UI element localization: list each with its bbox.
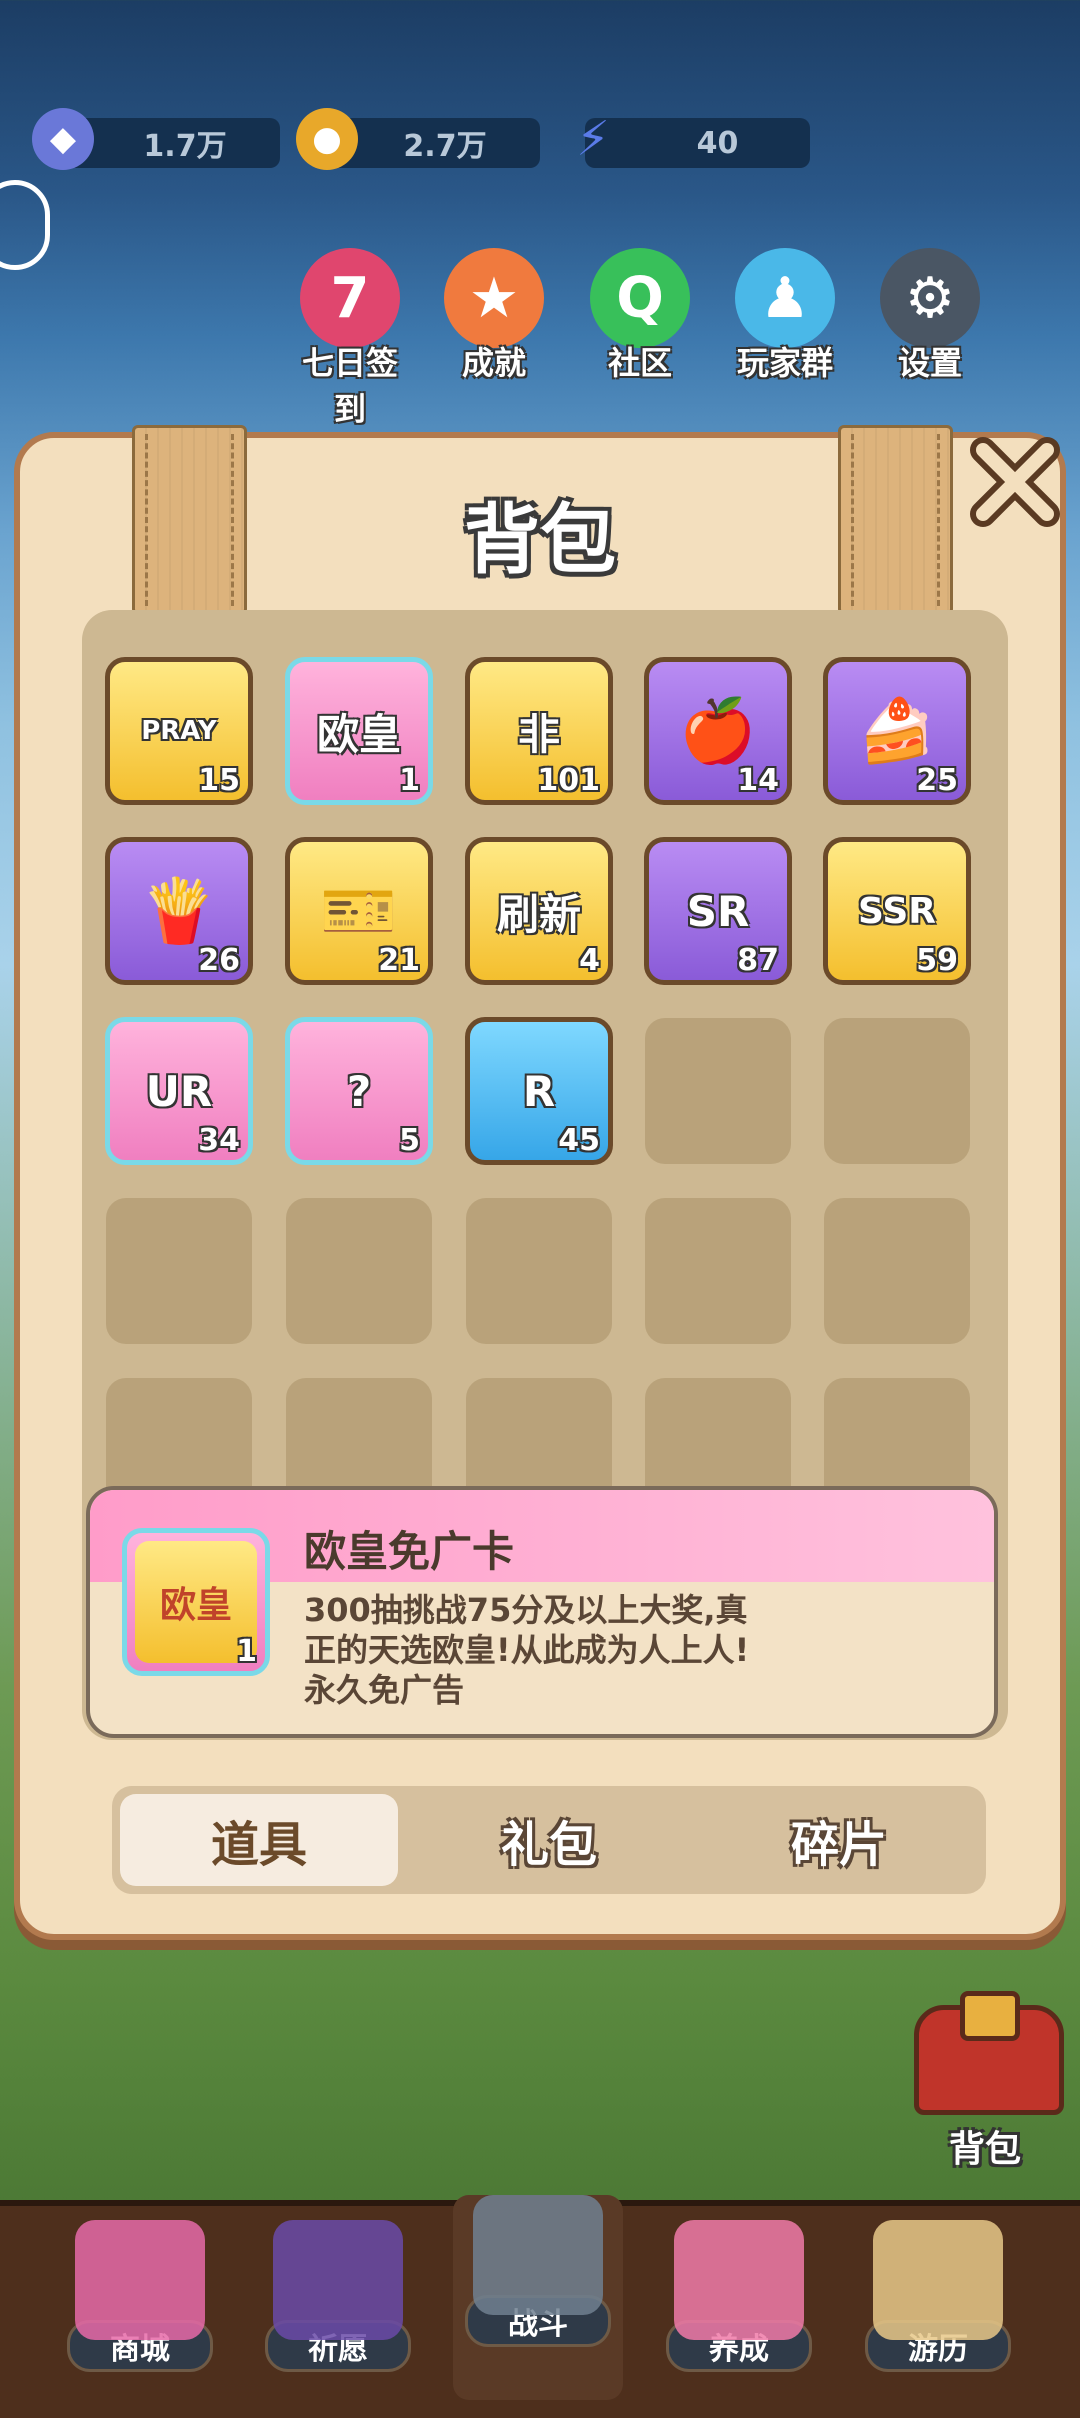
inventory-item[interactable]: ? 5 [285,1017,433,1165]
nav-crossed-swords[interactable]: 战斗 [453,2195,623,2400]
empty-slot [645,1018,791,1164]
inventory-item[interactable]: PRAY 15 [105,657,253,805]
item-count: 26 [198,943,240,978]
tab-items[interactable]: 道具 [120,1794,398,1886]
shop-icon [75,2220,205,2340]
item-label: 欧皇 [316,709,401,759]
item-count: 59 [916,943,958,978]
wish-card-icon [273,2220,403,2340]
item-count: 1 [399,763,420,798]
nav-shop[interactable]: 商城 [55,2220,225,2400]
menu-label: 成就 [461,344,526,382]
empty-slot [286,1198,432,1344]
community-icon: Q [590,248,690,348]
empty-slot [824,1018,970,1164]
trophy-icon: ★ [444,248,544,348]
add-coins-icon[interactable]: ● [296,108,358,170]
item-count: 45 [558,1123,600,1158]
nav-paw[interactable]: 养成 [654,2220,824,2400]
item-count: 21 [378,943,420,978]
add-gems-icon[interactable]: ◆ [32,108,94,170]
item-glyph: 🎫 [320,874,398,947]
paw-icon [674,2220,804,2340]
item-glyph: 🍟 [140,874,218,947]
item-count: 4 [579,943,600,978]
map-icon [873,2220,1003,2340]
menu-label: 玩家群 [736,344,833,382]
empty-slot [466,1198,612,1344]
tab-gift-packs[interactable]: 礼包 [410,1794,688,1886]
menu-button-2[interactable]: Q 社区 [585,248,695,384]
gems-value: 1.7万 [143,129,227,164]
detail-item-icon: 欧皇 1 [122,1528,270,1676]
inventory-item[interactable]: 🍟 26 [105,837,253,985]
qq-penguin-icon: ♟ [735,248,835,348]
gear-icon: ⚙ [880,248,980,348]
add-energy-icon[interactable]: ⚡ [562,108,624,170]
detail-item-description: 300抽挑战75分及以上大奖,真正的天选欧皇!从此成为人上人!永久免广告 [304,1591,750,1709]
item-label: 刷新 [496,889,581,939]
inventory-item[interactable]: 非 101 [465,657,613,805]
inventory-item[interactable]: SSR 59 [823,837,971,985]
item-count: 14 [737,763,779,798]
seven-day-icon: 7 [300,248,400,348]
menu-label: 七日签到 [301,344,398,428]
item-detail-card: 欧皇 1 欧皇免广卡 300抽挑战75分及以上大奖,真正的天选欧皇!从此成为人上… [86,1486,998,1738]
category-tabs: 道具 礼包 碎片 [112,1786,986,1894]
item-glyph: 🍎 [679,694,757,767]
nav-wish-card[interactable]: 祈愿 [253,2220,423,2400]
inventory-item[interactable]: SR 87 [644,837,792,985]
inventory-item[interactable]: 🍰 25 [823,657,971,805]
item-count: 15 [198,763,240,798]
item-count: 101 [537,763,600,798]
menu-button-0[interactable]: 7 七日签到 [295,248,405,430]
item-count: 87 [737,943,779,978]
item-count: 25 [916,763,958,798]
item-count: 34 [198,1123,240,1158]
inventory-item[interactable]: 🎫 21 [285,837,433,985]
panel-title: 背包 [464,495,616,584]
menu-label: 社区 [607,344,672,382]
inventory-item[interactable]: 刷新 4 [465,837,613,985]
item-label: PRAY [141,716,217,746]
detail-item-name: 欧皇免广卡 [304,1527,515,1576]
item-label: SR [686,886,750,936]
empty-slot [824,1198,970,1344]
item-label: SSR [858,890,936,932]
tab-fragments[interactable]: 碎片 [700,1794,978,1886]
inventory-item[interactable]: R 45 [465,1017,613,1165]
menu-button-3[interactable]: ♟ 玩家群 [730,248,840,384]
inventory-item[interactable]: UR 34 [105,1017,253,1165]
detail-icon-text: 欧皇 [159,1585,232,1626]
item-glyph: 🍰 [858,694,936,767]
item-count: 5 [399,1123,420,1158]
item-label: ? [346,1066,372,1116]
item-label: UR [145,1066,213,1116]
inventory-item[interactable]: 🍎 14 [644,657,792,805]
empty-slot [106,1198,252,1344]
nav-map[interactable]: 游历 [853,2220,1023,2400]
inventory-item[interactable]: 欧皇 1 [285,657,433,805]
item-label: 非 [517,709,560,759]
item-label: R [522,1066,556,1116]
backpack-button-label[interactable]: 背包 [920,2120,1050,2172]
crossed-swords-icon [473,2195,603,2315]
chat-bubble-icon[interactable] [0,180,50,270]
menu-label: 设置 [897,344,962,382]
energy-value: 40 [696,125,739,161]
empty-slot [645,1198,791,1344]
detail-item-count: 1 [236,1634,257,1669]
close-icon[interactable] [965,432,1065,532]
coins-value: 2.7万 [403,129,487,164]
menu-button-4[interactable]: ⚙ 设置 [875,248,985,384]
menu-button-1[interactable]: ★ 成就 [439,248,549,384]
